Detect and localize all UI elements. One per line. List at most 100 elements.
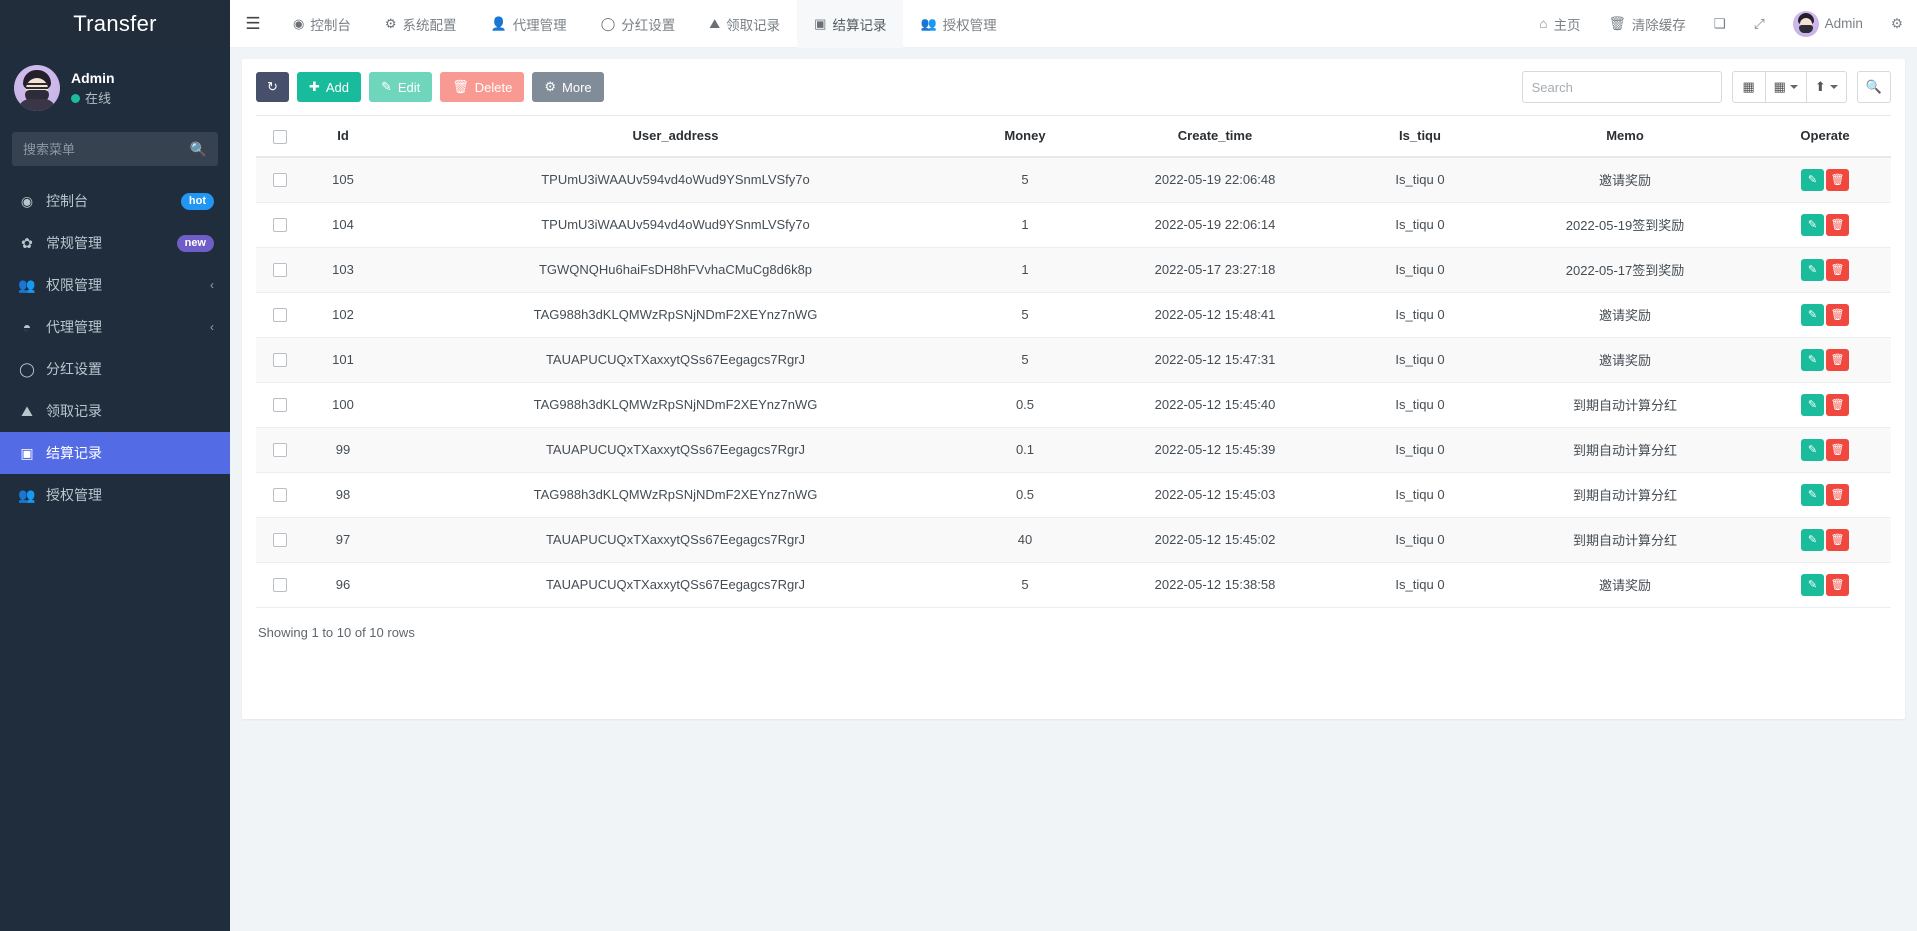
top-action-0[interactable]: ⌂主页 [1525,0,1594,48]
row-edit-button[interactable]: ✎ [1801,439,1824,461]
top-action-1[interactable]: 🗑清除缓存 [1595,0,1700,48]
sidebar-item-4[interactable]: ◯分红设置 [0,348,230,390]
row-delete-button[interactable]: 🗑 [1826,394,1849,416]
row-edit-button[interactable]: ✎ [1801,304,1824,326]
row-select-cell [256,292,304,337]
row-delete-button[interactable]: 🗑 [1826,529,1849,551]
row-edit-button[interactable]: ✎ [1801,394,1824,416]
tab-label: 授权管理 [943,14,997,34]
row-checkbox[interactable] [273,308,287,322]
select-all-checkbox[interactable] [273,130,287,144]
sidebar-item-6[interactable]: ▣结算记录 [0,432,230,474]
row-delete-button[interactable]: 🗑 [1826,304,1849,326]
row-checkbox[interactable] [273,533,287,547]
table-footer-count: Showing 1 to 10 of 10 rows [256,608,1891,657]
cell-id: 98 [304,472,382,517]
sidebar-item-0[interactable]: ◉控制台hot [0,180,230,222]
row-delete-button[interactable]: 🗑 [1826,169,1849,191]
row-edit-button[interactable]: ✎ [1801,259,1824,281]
row-checkbox[interactable] [273,218,287,232]
col-is-tiqu[interactable]: Is_tiqu [1349,116,1491,157]
row-checkbox[interactable] [273,398,287,412]
row-edit-button[interactable]: ✎ [1801,529,1824,551]
col-id[interactable]: Id [304,116,382,157]
col-money[interactable]: Money [969,116,1081,157]
more-button[interactable]: ⚙ More [532,72,603,102]
account-menu[interactable]: Admin [1779,0,1877,48]
circle-icon: ◯ [16,361,38,378]
table-search[interactable] [1522,71,1722,103]
cell-id: 97 [304,517,382,562]
chevron-left-icon: ‹ [210,278,214,292]
row-checkbox[interactable] [273,263,287,277]
menu-search-input[interactable] [23,142,190,157]
edit-button[interactable]: ✎ Edit [369,72,432,102]
row-edit-button[interactable]: ✎ [1801,349,1824,371]
row-edit-button[interactable]: ✎ [1801,169,1824,191]
settings-button[interactable]: ⚙ [1877,0,1903,48]
row-delete-button[interactable]: 🗑 [1826,214,1849,236]
trash-icon: 🗑 [452,79,469,95]
row-checkbox[interactable] [273,488,287,502]
tab-0[interactable]: ◉控制台 [276,0,368,48]
row-delete-button[interactable]: 🗑 [1826,574,1849,596]
trash-icon: 🗑 [1831,488,1845,501]
sidebar-item-3[interactable]: ◓代理管理‹ [0,306,230,348]
pencil-icon: ✎ [1808,308,1817,321]
row-delete-button[interactable]: 🗑 [1826,259,1849,281]
table-row[interactable]: 99TAUAPUCUQxTXaxxytQSs67Eegagcs7RgrJ0.12… [256,427,1891,472]
refresh-button[interactable]: ↻ [256,72,289,102]
row-select-cell [256,382,304,427]
sidebar-item-5[interactable]: ⛰领取记录 [0,390,230,432]
table-row[interactable]: 96TAUAPUCUQxTXaxxytQSs67Eegagcs7RgrJ5202… [256,562,1891,607]
col-user-address[interactable]: User_address [382,116,969,157]
add-button[interactable]: ✚ Add [297,72,361,102]
tab-6[interactable]: 👥授权管理 [903,0,1013,48]
top-action-2[interactable]: ❏ [1700,0,1740,48]
sidebar-item-1[interactable]: ✿常规管理new [0,222,230,264]
hamburger-icon[interactable]: ☰ [230,0,276,48]
row-checkbox[interactable] [273,353,287,367]
cell-id: 99 [304,427,382,472]
avatar-small [1793,11,1819,37]
search-input[interactable] [1532,80,1712,95]
col-memo[interactable]: Memo [1491,116,1759,157]
table-row[interactable]: 104TPUmU3iWAAUv594vd4oWud9YSnmLVSfy7o120… [256,202,1891,247]
sidebar-user-panel: Admin 在线 [0,48,230,124]
table-row[interactable]: 102TAG988h3dKLQMWzRpSNjNDmF2XEYnz7nWG520… [256,292,1891,337]
sidebar-item-7[interactable]: 👥授权管理 [0,474,230,516]
row-delete-button[interactable]: 🗑 [1826,349,1849,371]
table-row[interactable]: 101TAUAPUCUQxTXaxxytQSs67Eegagcs7RgrJ520… [256,337,1891,382]
table-row[interactable]: 97TAUAPUCUQxTXaxxytQSs67Eegagcs7RgrJ4020… [256,517,1891,562]
top-action-3[interactable]: ⤢ [1740,0,1779,48]
grid-icon-button[interactable]: ▦ [1765,71,1807,103]
tab-1[interactable]: ⚙系统配置 [368,0,474,48]
table-row[interactable]: 100TAG988h3dKLQMWzRpSNjNDmF2XEYnz7nWG0.5… [256,382,1891,427]
row-edit-button[interactable]: ✎ [1801,484,1824,506]
row-edit-button[interactable]: ✎ [1801,574,1824,596]
export-icon-button[interactable]: ⬆ [1806,71,1847,103]
search-submit-button[interactable]: 🔍 [1857,71,1891,103]
cell-is-tiqu: Is_tiqu 0 [1349,202,1491,247]
sidebar-item-2[interactable]: 👥权限管理‹ [0,264,230,306]
tab-label: 结算记录 [832,14,886,34]
tab-4[interactable]: ⛰领取记录 [692,0,797,48]
row-delete-button[interactable]: 🗑 [1826,484,1849,506]
row-checkbox[interactable] [273,173,287,187]
columns-icon-button[interactable]: ▦ [1732,71,1766,103]
cell-user-address: TAG988h3dKLQMWzRpSNjNDmF2XEYnz7nWG [382,472,969,517]
tab-3[interactable]: ◯分红设置 [584,0,693,48]
delete-button[interactable]: 🗑 Delete [440,72,524,102]
tab-5[interactable]: ▣结算记录 [797,0,903,48]
table-row[interactable]: 105TPUmU3iWAAUv594vd4oWud9YSnmLVSfy7o520… [256,157,1891,203]
row-delete-button[interactable]: 🗑 [1826,439,1849,461]
row-checkbox[interactable] [273,578,287,592]
row-edit-button[interactable]: ✎ [1801,214,1824,236]
table-row[interactable]: 98TAG988h3dKLQMWzRpSNjNDmF2XEYnz7nWG0.52… [256,472,1891,517]
cell-operate: ✎🗑 [1759,292,1891,337]
tab-2[interactable]: 👤代理管理 [474,0,584,48]
table-row[interactable]: 103TGWQNQHu6haiFsDH8hFVvhaCMuCg8d6k8p120… [256,247,1891,292]
sidebar-search[interactable]: 🔍 [12,132,218,166]
row-checkbox[interactable] [273,443,287,457]
col-create-time[interactable]: Create_time [1081,116,1349,157]
